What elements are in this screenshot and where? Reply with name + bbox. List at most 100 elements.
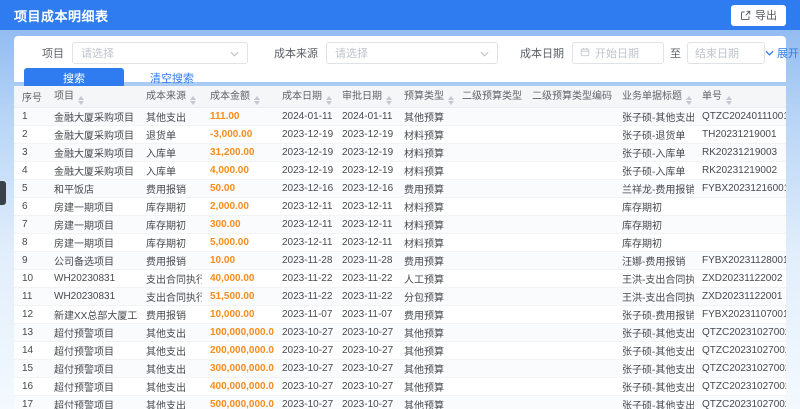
cell-budget-type: 其他预算: [396, 377, 454, 396]
cell-index: 3: [14, 143, 46, 162]
table-header-row: 序号 项目 成本来源 成本金额 成本日期 审批日期 预算类型 二级预算类型 二级预算类型编码 业务…: [14, 86, 786, 108]
end-date-input[interactable]: 结束日期: [687, 41, 765, 64]
cell-cost-source: 入库单: [138, 143, 202, 162]
cell-doc-number: QTZC20231027002: [694, 395, 786, 409]
table-row: 14 超付预警项目 其他支出 200,000,000.00 2023-10-27 2023…: [14, 341, 786, 360]
table-row: 9 公司备选项目 费用报销 10.00 2023-11-28 2023-11-28 费用预算…: [14, 251, 786, 270]
cell-sub-budget-type: [454, 251, 524, 270]
column-header-sub-budget-type[interactable]: 二级预算类型: [454, 86, 524, 108]
cell-index: 9: [14, 251, 46, 270]
drawer-handle[interactable]: [0, 181, 6, 205]
cell-cost-source: 其他支出: [138, 395, 202, 409]
cell-cost-date: 2023-10-27: [274, 341, 334, 360]
table-row: 7 房建一期项目 库存期初 300.00 2023-12-11 2023-12-11 材料预…: [14, 215, 786, 234]
cell-sub-budget-type: [454, 395, 524, 409]
cell-approval-date: 2023-10-27: [334, 323, 396, 342]
cell-cost-source: 费用报销: [138, 305, 202, 324]
export-icon: [740, 10, 751, 21]
project-select-placeholder: 请选择: [81, 47, 114, 60]
cell-approval-date: 2023-10-27: [334, 341, 396, 360]
column-header-sub-budget-type-code[interactable]: 二级预算类型编码: [524, 86, 614, 108]
cell-approval-date: 2023-12-19: [334, 161, 396, 180]
cell-sub-budget-type: [454, 179, 524, 198]
cell-index: 14: [14, 341, 46, 360]
cell-index: 11: [14, 287, 46, 306]
column-header-budget-type[interactable]: 预算类型: [396, 86, 454, 108]
table-row: 8 房建一期项目 库存期初 5,000.00 2023-12-11 2023-12-11 材…: [14, 233, 786, 252]
sort-icon: [254, 96, 260, 106]
cell-budget-type: 材料预算: [396, 233, 454, 252]
cell-cost-date: 2023-10-27: [274, 359, 334, 378]
project-filter-label: 项目: [42, 47, 64, 60]
cell-doc-title: 张子硕-其他支出: [614, 395, 694, 409]
cell-doc-number: FYBX20231128001: [694, 251, 786, 270]
cell-sub-budget-type-code: [524, 161, 614, 180]
table-row: 16 超付预警项目 其他支出 400,000,000.00 2023-10-27 2023…: [14, 377, 786, 396]
cell-approval-date: 2023-11-07: [334, 305, 396, 324]
cell-approval-date: 2023-10-27: [334, 395, 396, 409]
calendar-icon: [580, 44, 590, 62]
cell-project: WH20230831: [46, 287, 138, 306]
cost-source-select[interactable]: 请选择: [326, 41, 498, 64]
clear-search-link[interactable]: 清空搜索: [150, 70, 194, 86]
cell-doc-title: 兰祥龙-费用报销: [614, 179, 694, 198]
column-header-cost-amount[interactable]: 成本金额: [202, 86, 274, 108]
cell-sub-budget-type-code: [524, 377, 614, 396]
chevron-down-icon: [230, 44, 239, 62]
cell-cost-date: 2023-10-27: [274, 323, 334, 342]
project-select[interactable]: 请选择: [72, 41, 248, 64]
cell-doc-title: 汪娜-费用报销: [614, 251, 694, 270]
cell-cost-source: 库存期初: [138, 215, 202, 234]
column-header-cost-source[interactable]: 成本来源: [138, 86, 202, 108]
cell-index: 15: [14, 359, 46, 378]
start-date-input[interactable]: 开始日期: [572, 41, 664, 64]
cell-cost-amount: 111.00: [202, 107, 274, 126]
cell-doc-number: QTZC20231027002: [694, 323, 786, 342]
cell-doc-title: 张子硕-其他支出: [614, 377, 694, 396]
search-button[interactable]: 搜索: [24, 68, 124, 88]
cell-cost-amount: 400,000,000.00: [202, 377, 274, 396]
cell-sub-budget-type-code: [524, 269, 614, 288]
cell-budget-type: 其他预算: [396, 359, 454, 378]
cell-cost-amount: 31,200.00: [202, 143, 274, 162]
cell-index: 16: [14, 377, 46, 396]
cell-project: 新建XX总部大厦工程二期: [46, 305, 138, 324]
cell-sub-budget-type: [454, 233, 524, 252]
end-date-placeholder: 结束日期: [695, 47, 739, 60]
expand-filter-link[interactable]: 展开筛选: [765, 45, 800, 61]
cell-cost-amount: 5,000.00: [202, 233, 274, 252]
start-date-placeholder: 开始日期: [595, 47, 639, 60]
column-header-doc-number[interactable]: 单号: [694, 86, 786, 108]
cell-sub-budget-type-code: [524, 287, 614, 306]
cell-budget-type: 材料预算: [396, 215, 454, 234]
cell-index: 2: [14, 125, 46, 144]
column-header-doc-title[interactable]: 业务单据标题: [614, 86, 694, 108]
export-button[interactable]: 导出: [731, 4, 786, 26]
table-row: 6 房建一期项目 库存期初 2,000.00 2023-12-11 2023-12-11 材…: [14, 197, 786, 216]
cell-doc-number: QTZC20231027002: [694, 359, 786, 378]
cell-cost-source: 支出合同执行: [138, 287, 202, 306]
column-header-cost-date[interactable]: 成本日期: [274, 86, 334, 108]
column-header-approval-date[interactable]: 审批日期: [334, 86, 396, 108]
table-row: 13 超付预警项目 其他支出 100,000,000.00 2023-10-27 2023…: [14, 323, 786, 342]
cell-project: 公司备选项目: [46, 251, 138, 270]
cell-cost-amount: 2,000.00: [202, 197, 274, 216]
cell-index: 1: [14, 107, 46, 126]
cell-sub-budget-type-code: [524, 143, 614, 162]
cell-sub-budget-type: [454, 377, 524, 396]
cell-approval-date: 2023-11-28: [334, 251, 396, 270]
cell-sub-budget-type: [454, 143, 524, 162]
cell-cost-amount: 51,500.00: [202, 287, 274, 306]
column-header-project[interactable]: 项目: [46, 86, 138, 108]
sort-icon: [386, 96, 392, 106]
cell-approval-date: 2023-11-22: [334, 287, 396, 306]
cell-doc-title: 张子硕-入库单: [614, 143, 694, 162]
cell-cost-date: 2023-11-22: [274, 287, 334, 306]
cell-cost-source: 其他支出: [138, 359, 202, 378]
cell-budget-type: 其他预算: [396, 395, 454, 409]
cell-cost-amount: 50.00: [202, 179, 274, 198]
table-row: 3 金融大厦采购项目 入库单 31,200.00 2023-12-19 2023-12-1…: [14, 143, 786, 162]
cell-index: 12: [14, 305, 46, 324]
cell-budget-type: 费用预算: [396, 251, 454, 270]
cell-approval-date: 2023-12-19: [334, 125, 396, 144]
